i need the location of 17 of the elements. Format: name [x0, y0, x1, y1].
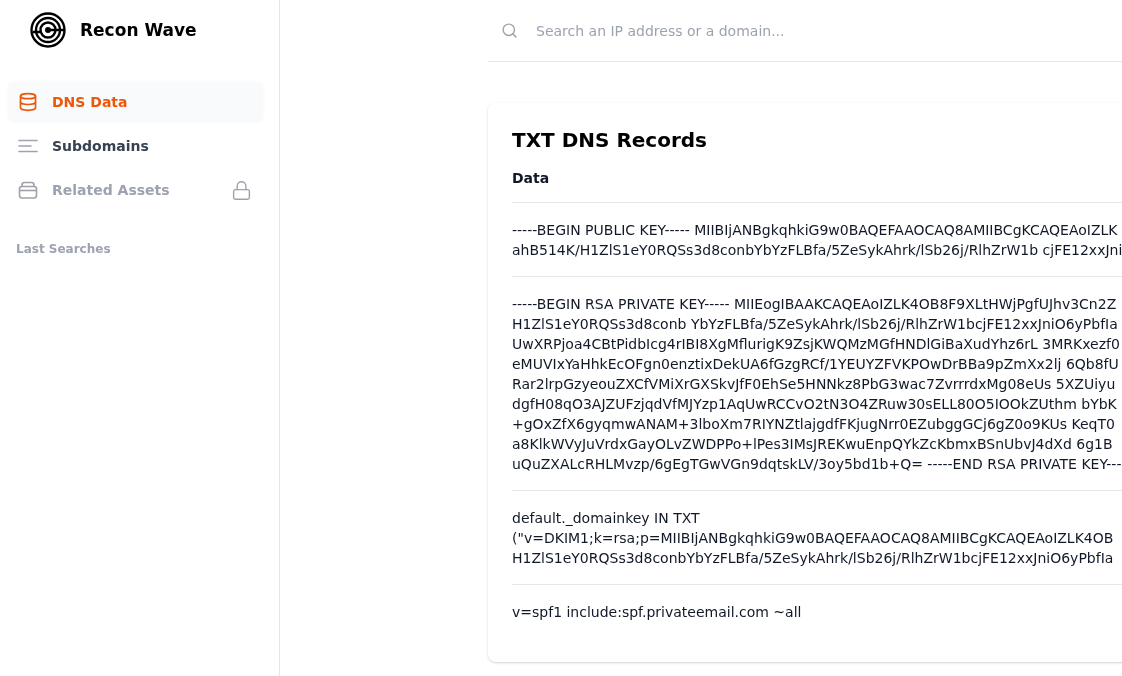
section-title: Last Searches	[15, 242, 112, 256]
search-field[interactable]: Search an IP address or a domain...	[518, 14, 1122, 47]
nav-item[interactable]: DNS Data	[8, 82, 263, 122]
table-cell-text: -----BEGIN RSA PRIVATE KEY----- MIIEogIBAAKCAQEAoIZLK4OB8F9XLtHWjPgfUJhv3Cn2Z H1ZlS1eY0RQSs3d8conb YbYzFLBfa/5ZeSykAhrk/lSb26j/RlhZrW1bcjFE12xxJniO6yPbfIa UwXRPjoa4CBtPidbIcg4rIBI8XgMflurigK9ZsjKWQMzMGfHNDlGiBaXudYhz6rL 3MRKxezf0 eMUVIxYaHhkEcOFgn0enztixDekUA6fGzgRCf/1YEUYZFVKPOwDrBBa9pZmXx2lj 6Qb8fU Rar2lrpGzyeouZXCfVMiXrGXSkvJfF0EhSe5HNNkz8PbG3wac7ZvrrrdxMg08eUs 5XZUiyu dgfH08qO3AJZUFzjqdVfMJYzp1AqUwRCCvO2tN3O4ZRuw30sELL80O5IOOkZUthm bYbK +gOxZfX6gyqmwANAM+3lboXm7RIYNZtlajgdfFKjugNrr0EZubggGCj6gZ0o9KUs KeqT0 a8KlkWVyJuVrdxGayOLvZWDPPo+lPes3IMsJREKwuEnpQYkZcKbmxBSnUbvJ4dXd 6g1B uQuZXALcRHLMvzp/6gEgTGwVGn9dqtskLV/3oy5bd1b+Q= -----END RSA PRIVATE KEY---	[512, 295, 1122, 474]
card-title: TXT DNS Records	[512, 127, 709, 154]
lock-icon	[231, 179, 252, 201]
brand-name: Recon Wave	[80, 20, 197, 40]
table-cell-text: default._domainkey IN TXT ("v=DKIM1;k=rsa;p=MIIBIjANBgkqhkiG9w0BAQEFAAOCAQ8AMIIBCgKCAQEAoIZLK4OB H1ZlS1eY0RQSs3d8conbYbYzFLBfa/5ZeSykAhrk/lSb26j/RlhZrW1bcjFE12xxJniO6yPbfIa	[512, 509, 1114, 568]
column-header: Data	[512, 169, 550, 188]
table-cell-text: v=spf1 include:spf.privateemail.com ~all	[512, 603, 802, 622]
table-cell-text: -----BEGIN PUBLIC KEY----- MIIBIjANBgkqhkiG9w0BAQEFAAOCAQ8AMIIBCgKCAQEAoIZLK ahB514K/H1ZlS1eY0RQSs3d8conbYbYzFLBfa/5ZeSykAhrk/lSb26j/RlhZrW1b cjFE12xxJni	[512, 221, 1122, 260]
nav-item[interactable]: Related Assets	[8, 170, 263, 210]
database-icon	[18, 92, 38, 112]
nav-item[interactable]: Subdomains	[8, 126, 263, 166]
tray-icon	[18, 180, 38, 200]
logo-icon	[30, 12, 66, 48]
search-icon	[501, 22, 518, 39]
